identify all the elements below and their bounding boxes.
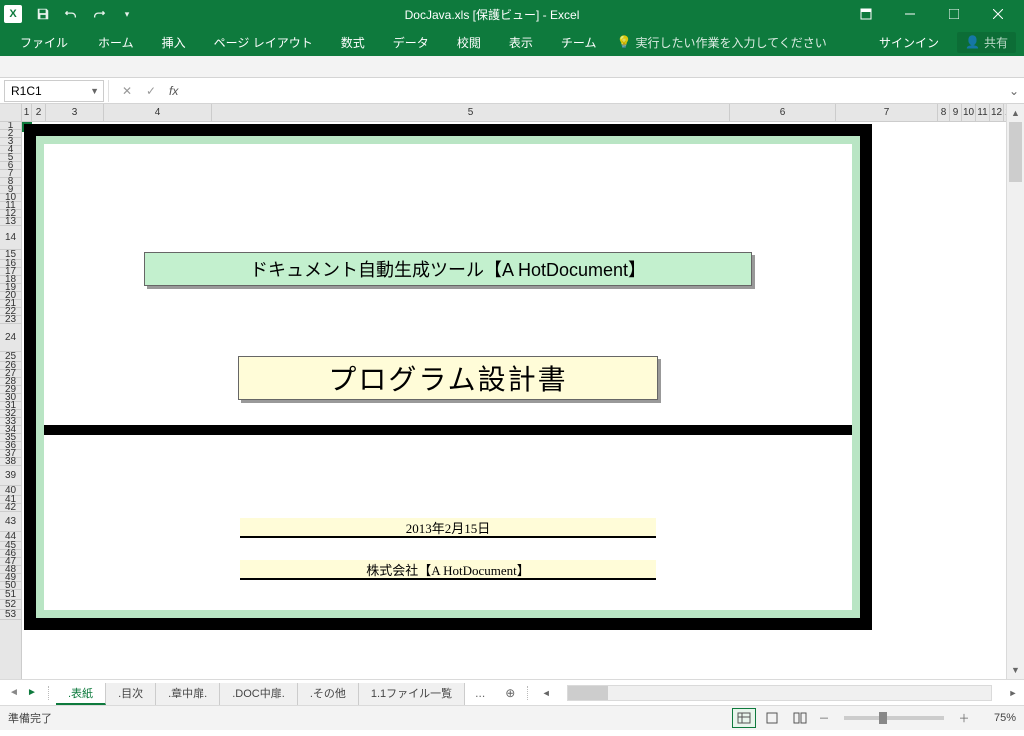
document-date: 2013年2月15日 [240, 518, 656, 538]
lightbulb-icon: 💡 [616, 35, 631, 49]
tab-校閲[interactable]: 校閲 [443, 28, 495, 56]
tab-表示[interactable]: 表示 [495, 28, 547, 56]
new-sheet-button[interactable]: ⊕ [495, 686, 525, 700]
sheet-more-button[interactable]: ... [465, 686, 495, 700]
expand-formula-bar-button[interactable]: ⌄ [1004, 84, 1024, 98]
sheet-tab[interactable]: .章中扉. [156, 683, 220, 705]
row-header[interactable]: 13 [0, 218, 21, 226]
vertical-scrollbar[interactable]: ▲ ▼ [1006, 104, 1024, 679]
window-controls [888, 0, 1020, 28]
page-layout-view-button[interactable] [760, 708, 784, 728]
column-header[interactable]: 2 [32, 104, 46, 121]
ribbon-display-options-button[interactable] [844, 0, 888, 28]
ribbon-body-collapsed [0, 56, 1024, 78]
spreadsheet-grid: 123456789101112131415161718 123456789101… [0, 104, 1024, 679]
sheet-tab-bar: ◄ ► .表紙.目次.章中扉..DOC中扉..その他1.1ファイル一覧 ... … [0, 679, 1024, 705]
status-bar: 準備完了 － ＋ 75% [0, 705, 1024, 730]
column-header[interactable]: 1 [22, 104, 32, 121]
hscroll-thumb[interactable] [568, 686, 608, 700]
column-headers[interactable]: 123456789101112131415161718 [22, 104, 1006, 122]
row-header[interactable]: 24 [0, 324, 21, 352]
row-header[interactable]: 43 [0, 512, 21, 532]
sheet-tab[interactable]: .DOC中扉. [220, 683, 298, 705]
column-header[interactable]: 4 [104, 104, 212, 121]
tell-me[interactable]: 💡 実行したい作業を入力してください [610, 34, 826, 51]
scroll-left-button[interactable]: ◄ [539, 688, 553, 698]
redo-button[interactable] [86, 2, 112, 26]
column-header[interactable]: 6 [730, 104, 836, 121]
titlebar: X ▾ DocJava.xls [保護ビュー] - Excel [0, 0, 1024, 28]
tab-チーム[interactable]: チーム [547, 28, 611, 56]
zoom-slider-handle[interactable] [879, 712, 887, 724]
zoom-slider[interactable] [844, 716, 944, 720]
tool-banner: ドキュメント自動生成ツール【A HotDocument】 [144, 252, 752, 286]
divider-bar [44, 425, 852, 435]
cancel-formula-button[interactable]: ✕ [115, 80, 139, 102]
share-button[interactable]: 👤 共有 [957, 32, 1016, 53]
page-break-view-button[interactable] [788, 708, 812, 728]
sheet-tab[interactable]: .目次 [106, 683, 156, 705]
chevron-down-icon: ▼ [90, 86, 103, 96]
zoom-in-button[interactable]: ＋ [956, 710, 972, 726]
maximize-button[interactable] [932, 0, 976, 28]
vscroll-thumb[interactable] [1009, 122, 1022, 182]
row-header[interactable]: 39 [0, 466, 21, 486]
row-headers[interactable]: 1234567891011121314151617181920212223242… [0, 122, 22, 679]
normal-view-button[interactable] [732, 708, 756, 728]
sheet-nav-next-button[interactable]: ► [24, 685, 40, 701]
sheet-tab[interactable]: 1.1ファイル一覧 [359, 683, 465, 705]
document-title: プログラム設計書 [238, 356, 658, 400]
column-header[interactable]: 12 [990, 104, 1004, 121]
row-header[interactable]: 23 [0, 316, 21, 324]
person-icon: 👤 [965, 35, 980, 49]
scroll-right-button[interactable]: ► [1006, 688, 1020, 698]
window-title: DocJava.xls [保護ビュー] - Excel [140, 6, 844, 23]
sheet-tab[interactable]: .表紙 [56, 683, 106, 705]
close-button[interactable] [976, 0, 1020, 28]
qat-customize-button[interactable]: ▾ [114, 2, 140, 26]
column-header[interactable]: 3 [46, 104, 104, 121]
formula-bar: R1C1 ▼ ✕ ✓ fx ⌄ [0, 78, 1024, 104]
column-header[interactable]: 7 [836, 104, 938, 121]
document-company: 株式会社【A HotDocument】 [240, 560, 656, 580]
row-header[interactable]: 53 [0, 610, 21, 620]
signin-link[interactable]: サインイン [869, 34, 949, 51]
tab-file[interactable]: ファイル [4, 28, 84, 56]
tab-ホーム[interactable]: ホーム [84, 28, 148, 56]
name-box[interactable]: R1C1 ▼ [4, 80, 104, 102]
sheet-tabs: .表紙.目次.章中扉..DOC中扉..その他1.1ファイル一覧 [56, 680, 465, 705]
column-header[interactable]: 10 [962, 104, 976, 121]
zoom-out-button[interactable]: － [816, 710, 832, 726]
row-header[interactable]: 38 [0, 458, 21, 466]
row-header[interactable]: 42 [0, 504, 21, 512]
column-header[interactable]: 8 [938, 104, 950, 121]
select-all-corner[interactable] [0, 104, 22, 122]
tab-数式[interactable]: 数式 [327, 28, 379, 56]
undo-button[interactable] [58, 2, 84, 26]
sheet-tab[interactable]: .その他 [298, 683, 359, 705]
minimize-button[interactable] [888, 0, 932, 28]
column-header[interactable]: 9 [950, 104, 962, 121]
tab-データ[interactable]: データ [379, 28, 443, 56]
column-header[interactable]: 11 [976, 104, 990, 121]
ribbon-tabs: ファイル ホーム挿入ページ レイアウト数式データ校閲表示チーム 💡 実行したい作… [0, 28, 1024, 56]
formula-input[interactable] [190, 80, 1004, 102]
quick-access-toolbar: X ▾ [4, 2, 140, 26]
status-ready: 準備完了 [8, 710, 52, 726]
document-cover-frame: ドキュメント自動生成ツール【A HotDocument】 プログラム設計書 20… [24, 124, 872, 630]
horizontal-scrollbar[interactable] [567, 685, 992, 701]
scroll-down-button[interactable]: ▼ [1007, 661, 1024, 679]
fx-icon[interactable]: fx [163, 84, 184, 98]
excel-icon: X [4, 5, 22, 23]
column-header[interactable]: 5 [212, 104, 730, 121]
zoom-percent[interactable]: 75% [976, 712, 1016, 724]
tab-挿入[interactable]: 挿入 [148, 28, 200, 56]
enter-formula-button[interactable]: ✓ [139, 80, 163, 102]
sheet-nav-first-button[interactable]: ◄ [6, 685, 22, 701]
row-header[interactable]: 14 [0, 226, 21, 250]
tab-ページ レイアウト[interactable]: ページ レイアウト [200, 28, 327, 56]
save-button[interactable] [30, 2, 56, 26]
scroll-up-button[interactable]: ▲ [1007, 104, 1024, 122]
cells-area[interactable]: ドキュメント自動生成ツール【A HotDocument】 プログラム設計書 20… [22, 122, 1006, 679]
